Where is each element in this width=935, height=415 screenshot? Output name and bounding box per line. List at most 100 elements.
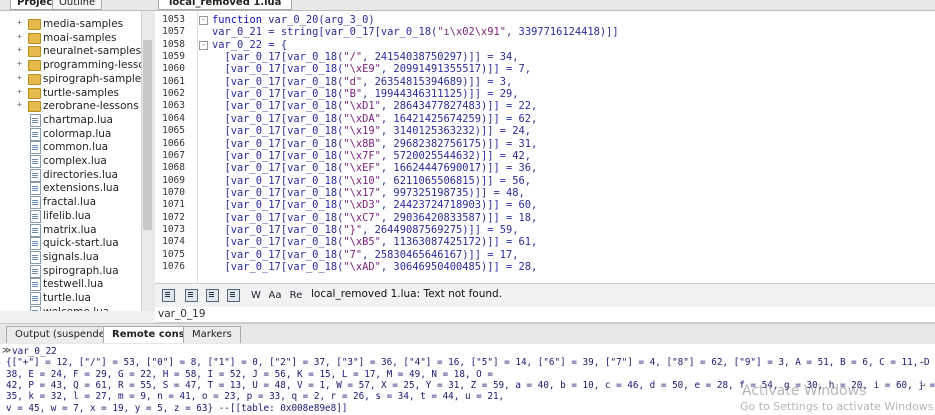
lua-file-icon bbox=[30, 113, 41, 127]
tree-folder[interactable]: + neuralnet-samples bbox=[0, 44, 141, 58]
match-case-button[interactable]: Aa bbox=[267, 287, 283, 305]
replace-icon[interactable] bbox=[227, 289, 240, 302]
console-line: {["+"] = 12, ["/"] = 53, ["0"] = 8, ["1"… bbox=[6, 357, 935, 369]
code-line[interactable]: var_0_21 = string[var_0_17[var_0_18("ı\x… bbox=[212, 26, 619, 38]
tree-file[interactable]: colormap.lua bbox=[0, 127, 141, 141]
code-line[interactable]: [var_0_17[var_0_18("\xAD", 3064695040048… bbox=[212, 261, 538, 273]
gutter-separator bbox=[197, 11, 198, 283]
tree-folder[interactable]: + spirograph-samples bbox=[0, 72, 141, 86]
tree-file[interactable]: chartmap.lua bbox=[0, 113, 141, 127]
find-next-icon[interactable] bbox=[206, 289, 219, 302]
expand-plus-icon[interactable]: + bbox=[17, 32, 24, 41]
tab-outline[interactable]: Outline bbox=[52, 0, 103, 10]
code-line[interactable]: [var_0_17[var_0_18("\x8B", 2968238275617… bbox=[212, 138, 538, 150]
fold-toggle-icon[interactable]: - bbox=[199, 40, 208, 50]
tab-markers[interactable]: Markers bbox=[183, 326, 241, 343]
expand-plus-icon[interactable]: + bbox=[17, 87, 24, 96]
tree-scrollbar-thumb[interactable] bbox=[143, 40, 152, 230]
code-line[interactable]: [var_0_17[var_0_18("\xEF", 1662444769001… bbox=[212, 162, 538, 174]
whole-word-button[interactable]: W bbox=[248, 287, 264, 305]
lua-file-icon bbox=[30, 155, 41, 168]
code-line[interactable]: [var_0_17[var_0_18("\xDA", 1642142567425… bbox=[212, 113, 538, 125]
folder-icon bbox=[28, 19, 41, 30]
tree-file[interactable]: testwell.lua bbox=[0, 277, 141, 292]
line-number: 1069 bbox=[162, 174, 185, 186]
code-line[interactable]: function var_0_20(arg_3_0) bbox=[212, 14, 375, 26]
tree-file[interactable]: welcome.lua bbox=[0, 305, 141, 311]
code-line[interactable]: [var_0_17[var_0_18("\xC7", 2903642083358… bbox=[212, 212, 538, 224]
expand-plus-icon[interactable]: + bbox=[17, 60, 24, 68]
tree-item-label: complex.lua bbox=[43, 155, 107, 167]
left-panel-tabbar: Project Outline bbox=[0, 0, 155, 11]
tree-file[interactable]: directories.lua bbox=[0, 168, 141, 182]
lua-file-icon bbox=[30, 292, 41, 305]
code-line[interactable]: [var_0_17[var_0_18("\x17", 997325198735)… bbox=[212, 187, 525, 199]
code-line[interactable]: [var_0_17[var_0_18("\x10", 6211065506815… bbox=[212, 175, 532, 187]
code-line[interactable]: [var_0_17[var_0_18("\x7F", 5720025544632… bbox=[212, 150, 532, 162]
code-line[interactable]: [var_0_17[var_0_18("\x19", 3140125363232… bbox=[212, 125, 532, 137]
tree-file[interactable]: spirograph.lua bbox=[0, 264, 141, 278]
code-line[interactable]: [var_0_17[var_0_18("\xD1", 2864347782748… bbox=[212, 100, 538, 112]
expand-plus-icon[interactable]: + bbox=[17, 73, 24, 82]
folder-icon bbox=[28, 73, 41, 85]
tree-item-label: spirograph.lua bbox=[43, 264, 119, 277]
tree-folder[interactable]: + media-samples bbox=[0, 17, 141, 31]
find-input[interactable]: var_0_19 bbox=[158, 308, 206, 320]
expand-plus-icon[interactable]: + bbox=[17, 46, 24, 54]
line-number: 1072 bbox=[162, 211, 185, 223]
line-number: 1058 bbox=[162, 38, 185, 50]
code-line[interactable]: [var_0_17[var_0_18("\xB5", 1136308742517… bbox=[212, 236, 538, 248]
fold-toggle-icon[interactable]: - bbox=[199, 16, 208, 25]
line-wrap-icon: ↵ bbox=[920, 357, 926, 368]
editor-tab[interactable]: local_removed 1.lua bbox=[158, 0, 293, 10]
folder-icon bbox=[28, 46, 41, 58]
project-tree: + media-samples + moai-samples + neuralnet-sa… bbox=[0, 11, 142, 311]
line-number: 1076 bbox=[162, 261, 185, 272]
tree-file[interactable]: fractal.lua bbox=[0, 195, 141, 210]
tree-item-label: matrix.lua bbox=[43, 223, 97, 236]
code-line[interactable]: var_0_22 = { bbox=[212, 39, 287, 51]
code-line[interactable]: [var_0_17[var_0_18("}", 26449087569275)]… bbox=[212, 224, 519, 236]
line-number: 1057 bbox=[162, 26, 185, 38]
code-line[interactable]: [var_0_17[var_0_18("d", 26354815394689)]… bbox=[212, 76, 513, 88]
tree-file[interactable]: signals.lua bbox=[0, 250, 141, 264]
tree-folder[interactable]: + programming-lessons bbox=[0, 58, 141, 72]
tree-file[interactable]: turtle.lua bbox=[0, 291, 141, 305]
expand-plus-icon[interactable]: + bbox=[17, 19, 24, 27]
code-line[interactable]: [var_0_17[var_0_18("B", 19944346311125)]… bbox=[212, 88, 519, 100]
lua-file-icon bbox=[30, 209, 41, 223]
code-line[interactable]: [var_0_17[var_0_18("\xE9", 2099149135551… bbox=[212, 63, 532, 75]
tree-folder[interactable]: + moai-samples bbox=[0, 31, 141, 45]
tree-folder[interactable]: + zerobrane-lessons bbox=[0, 99, 141, 113]
find-prev-icon[interactable] bbox=[185, 289, 198, 302]
tree-item-label: media-samples bbox=[43, 18, 124, 30]
line-number: 1066 bbox=[162, 137, 185, 149]
folder-icon bbox=[28, 32, 41, 44]
code-line[interactable]: [var_0_17[var_0_18("\xD3", 2442372471890… bbox=[212, 199, 538, 211]
lua-file-icon bbox=[30, 223, 41, 237]
code-line[interactable]: [var_0_17[var_0_18("/", 24154038750297)]… bbox=[212, 51, 519, 63]
regex-button[interactable]: Re bbox=[288, 287, 304, 305]
tree-file[interactable]: extensions.lua bbox=[0, 181, 141, 196]
tree-item-label: turtle.lua bbox=[43, 292, 91, 304]
tree-file[interactable]: common.lua bbox=[0, 140, 141, 155]
code-line[interactable]: [var_0_17[var_0_18("7", 25830465646167)]… bbox=[212, 249, 519, 261]
line-number: 1060 bbox=[162, 63, 185, 75]
tree-file[interactable]: lifelib.lua bbox=[0, 209, 141, 223]
tree-file[interactable]: quick-start.lua bbox=[0, 236, 141, 251]
line-number: 1074 bbox=[162, 236, 185, 248]
line-number: 1071 bbox=[162, 199, 185, 211]
tree-item-label: common.lua bbox=[43, 141, 109, 154]
tree-item-label: spirograph-samples bbox=[43, 72, 142, 85]
tree-folder[interactable]: + turtle-samples bbox=[0, 86, 141, 100]
tree-file[interactable]: complex.lua bbox=[0, 154, 141, 168]
find-in-selection-icon[interactable] bbox=[162, 289, 175, 302]
tree-item-label: turtle-samples bbox=[43, 86, 120, 99]
lua-file-icon bbox=[30, 182, 41, 196]
tree-file[interactable]: matrix.lua bbox=[0, 223, 141, 237]
expand-plus-icon[interactable]: + bbox=[17, 101, 24, 109]
line-number: 1067 bbox=[162, 149, 185, 161]
activation-watermark-subtitle: Go to Settings to activate Windows. bbox=[740, 400, 935, 413]
line-number: 1061 bbox=[162, 75, 185, 87]
line-number: 1070 bbox=[162, 186, 185, 198]
